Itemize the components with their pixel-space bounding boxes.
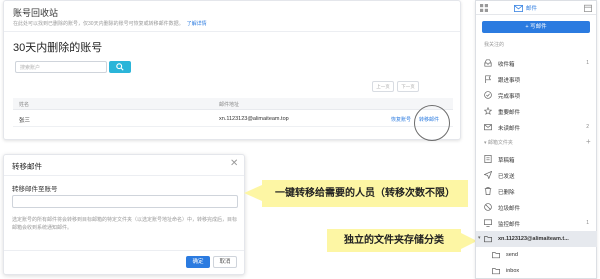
restore-account-link[interactable]: 恢复账号 (391, 116, 411, 123)
search-button[interactable] (109, 61, 131, 73)
sidebar-item-important[interactable]: 重要邮件 (476, 103, 597, 119)
sidebar-item-deleted[interactable]: 已删除 (476, 183, 597, 199)
sidebar-item-label: 草稿箱 (498, 158, 515, 164)
divider (4, 175, 244, 176)
column-header-email: 邮件地址 (219, 102, 240, 108)
transfer-callout: 一键转移给需要的人员（转移次数不限） (262, 180, 468, 207)
folder-icon (492, 268, 500, 275)
divider (4, 31, 460, 32)
next-page-button[interactable]: 下一页 (397, 81, 419, 92)
page-subtitle: 在此处可以找到已删除的账号，仅30天内删除的账号可恢复或转移邮件数据。 了解详情 (13, 20, 207, 27)
chevron-down-icon: ▾ (478, 235, 481, 241)
sidebar-item-label: send (506, 252, 518, 258)
sidebar-item-follow-up[interactable]: 跟进事项 (476, 71, 597, 87)
monitor-icon (484, 219, 492, 227)
sidebar-item-drafts[interactable]: 草稿箱 (476, 151, 597, 167)
folder-icon (484, 236, 492, 243)
sidebar-item-spam[interactable]: 垃圾邮件 (476, 199, 597, 215)
mail-sidebar: 邮件 + 写邮件 我关注的 收件箱 1 跟进事项 完成事项 重要邮件 未读邮件 … (475, 0, 597, 279)
send-icon (484, 171, 492, 179)
sidebar-item-label: 未读邮件 (498, 126, 521, 132)
folder-icon (492, 252, 500, 259)
sidebar-item-label: 已删除 (498, 190, 515, 196)
inbox-icon (484, 59, 492, 67)
sidebar-item-label: 已发送 (498, 174, 515, 180)
section-folders: ▾ 邮箱文件夹 (484, 139, 513, 146)
unread-count: 2 (586, 124, 589, 130)
sidebar-item-label: 重要邮件 (498, 110, 521, 116)
cancel-button[interactable]: 取消 (213, 256, 237, 268)
column-header-name: 姓名 (19, 102, 30, 108)
section-starred: 我关注的 (484, 42, 505, 48)
compose-button[interactable]: + 写邮件 (482, 21, 590, 33)
sidebar-item-transferred-folder[interactable]: ▾ xn.1123123@alimaiteam.t... (476, 231, 597, 247)
sidebar-item-label: 收件箱 (498, 62, 515, 68)
sidebar-item-sent[interactable]: 已发送 (476, 167, 597, 183)
unread-count: 1 (586, 220, 589, 226)
more-link[interactable]: 了解详情 (187, 21, 207, 27)
flag-icon (485, 75, 492, 83)
search-input[interactable]: 搜索账户 (15, 61, 107, 73)
prev-page-button[interactable]: 上一页 (372, 81, 394, 92)
callout-arrow-left (244, 185, 262, 201)
transfer-target-label: 转移邮件至账号 (12, 186, 58, 193)
sidebar-item-label: xn.1123123@alimaiteam.t... (498, 236, 569, 242)
breadcrumb: 账号回收站 (13, 8, 59, 18)
mail-icon (514, 5, 523, 12)
table-row: 张三 xn.1123123@alimaiteam.top 恢复账号 转移邮件 (13, 111, 453, 127)
transfer-target-input[interactable] (12, 195, 238, 208)
star-icon (484, 107, 492, 115)
recycle-panel: 账号回收站 在此处可以找到已删除的账号，仅30天内删除的账号可恢复或转移邮件数据… (3, 0, 461, 141)
grid-icon[interactable] (480, 4, 488, 12)
dialog-description: 选定账号的所有邮件将会转移到目标邮箱的特定文件夹（以选定账号地址命名）中，转移完… (12, 217, 238, 231)
sidebar-item-unread[interactable]: 未读邮件 2 (476, 119, 597, 135)
page-title: 30天内删除的账号 (13, 42, 103, 54)
transfer-mail-dialog: 转移邮件 ✕ 转移邮件至账号 选定账号的所有邮件将会转移到目标邮箱的特定文件夹（… (3, 154, 245, 275)
sidebar-tab-bar: 邮件 (476, 1, 596, 15)
row-name: 张三 (19, 118, 31, 124)
sidebar-item-label: 垃圾邮件 (498, 206, 521, 212)
divider (4, 250, 244, 251)
folder-callout: 独立的文件夹存储分类 (327, 229, 461, 252)
sidebar-item-send-subfolder[interactable]: send (476, 247, 597, 263)
subtitle-text: 在此处可以找到已删除的账号，仅30天内删除的账号可恢复或转移邮件数据。 (13, 21, 184, 27)
draft-icon (484, 155, 492, 163)
confirm-button[interactable]: 确定 (186, 256, 210, 268)
compose-label: 写邮件 (530, 24, 547, 30)
sidebar-item-monitor[interactable]: 监控邮件 1 (476, 215, 597, 231)
unread-count: 1 (586, 60, 589, 66)
sidebar-item-inbox[interactable]: 收件箱 1 (476, 55, 597, 71)
sidebar-item-label: inbox (506, 268, 520, 274)
sidebar-item-done[interactable]: 完成事项 (476, 87, 597, 103)
highlight-circle (414, 105, 450, 141)
row-email: xn.1123123@alimaiteam.top (219, 116, 289, 122)
sidebar-item-label: 跟进事项 (498, 78, 521, 84)
sidebar-item-inbox-subfolder[interactable]: inbox (476, 263, 597, 279)
tab-mail[interactable]: 邮件 (526, 4, 537, 12)
calendar-icon[interactable] (584, 4, 592, 12)
spam-icon (484, 203, 492, 211)
section-folders-label: 邮箱文件夹 (487, 140, 513, 146)
unread-icon (484, 124, 492, 131)
dialog-title: 转移邮件 (12, 162, 42, 171)
add-folder-icon[interactable]: + (586, 137, 591, 146)
sidebar-item-label: 完成事项 (498, 94, 521, 100)
close-icon[interactable]: ✕ (230, 159, 238, 169)
table-header: 姓名 邮件地址 (13, 98, 453, 110)
trash-icon (484, 187, 492, 195)
check-icon (484, 91, 492, 99)
search-icon (116, 63, 124, 71)
sidebar-item-label: 监控邮件 (498, 222, 521, 228)
